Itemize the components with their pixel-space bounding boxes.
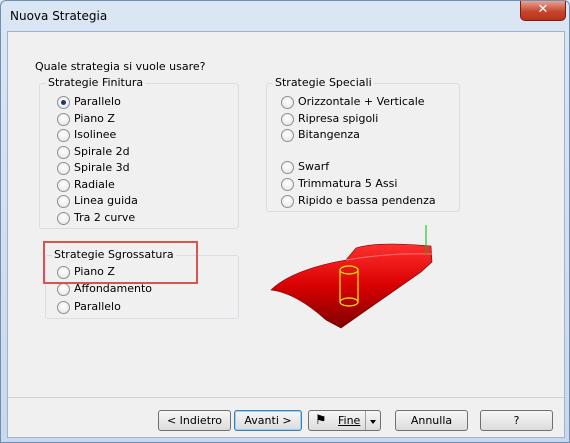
radio-dot [57,195,70,208]
highlight-box [43,241,198,284]
group-finitura: Strategie Finitura Parallelo Piano Z Iso… [39,76,239,229]
radio-label: Radiale [74,178,115,191]
radio-dot [281,96,294,109]
radio-dot [281,113,294,126]
group-speciali-legend: Strategie Speciali [273,76,374,89]
radio-label: Ripido e bassa pendenza [298,194,436,207]
radio-label: Trimmatura 5 Assi [298,177,398,190]
radio-label: Spirale 2d [74,145,130,158]
radio-label: Linea guida [74,194,138,207]
question-label: Quale strategia si vuole usare? [35,60,206,73]
help-button[interactable]: ? [480,410,553,431]
radio-label: Piano Z [74,112,115,125]
radio-dot [281,178,294,191]
radio-label: Bitangenza [298,128,360,141]
next-button-label: Avanti > [244,414,292,427]
radio-dot [57,129,70,142]
toolpath-preview-image [270,225,433,329]
group-speciali: Strategie Speciali Orizzontale + Vertica… [266,76,460,212]
radio-label: Orizzontale + Verticale [298,95,425,108]
radio-dot [57,96,70,109]
radio-label: Parallelo [74,300,121,313]
cancel-button-label: Annulla [410,414,453,427]
radio-label: Parallelo [74,95,121,108]
radio-dot [57,113,70,126]
group-finitura-legend: Strategie Finitura [46,76,146,89]
radio-label: Swarf [298,160,330,173]
dialog-window: Nuova Strategia ✕ Quale strategia si vuo… [0,0,570,443]
help-button-label: ? [513,414,520,427]
radio-dot [281,161,294,174]
finish-button[interactable]: ⚑ Fine [308,410,381,431]
window-title: Nuova Strategia [10,9,108,23]
cancel-button[interactable]: Annulla [395,410,468,431]
radio-dot [57,162,70,175]
dialog-body: Quale strategia si vuole usare? Strategi… [7,31,565,438]
radio-dot [57,146,70,159]
back-button[interactable]: < Indietro [158,410,231,431]
radio-dot [57,179,70,192]
radio-label: Ripresa spigoli [298,112,379,125]
radio-label: Tra 2 curve [74,211,136,224]
radio-dot [57,301,70,314]
finish-button-label: Fine [338,414,361,427]
close-button[interactable]: ✕ [520,1,566,21]
radio-dot [57,212,70,225]
radio-dot [281,129,294,142]
radio-dot [281,195,294,208]
title-bar: Nuova Strategia ✕ [1,1,569,31]
chevron-down-icon[interactable] [365,411,380,430]
close-icon: ✕ [537,2,549,17]
radio-label: Isolinee [74,128,117,141]
footer-separator [8,397,564,398]
radio-dot [57,283,70,296]
next-button[interactable]: Avanti > [234,410,302,431]
radio-label: Spirale 3d [74,161,130,174]
back-button-label: < Indietro [166,414,223,427]
checkered-flag-icon: ⚑ [315,413,327,428]
